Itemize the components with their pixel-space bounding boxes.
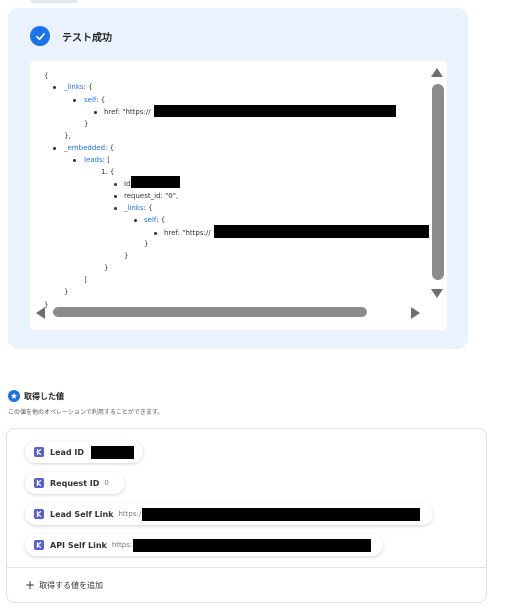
test-result-panel: テスト成功 { _links: { self: { href: "https:/… <box>8 8 468 349</box>
redacted-block <box>142 507 421 521</box>
bullet <box>73 159 76 162</box>
chip-value: https: <box>111 541 133 549</box>
chip-label: Request ID <box>50 478 100 488</box>
json-line: self: { <box>144 216 166 224</box>
redacted-block <box>154 105 396 117</box>
chip-label: Lead ID <box>50 447 85 457</box>
value-chip-request-id[interactable]: Request ID 0 <box>25 472 125 494</box>
json-line: id <box>124 180 131 188</box>
json-line: } <box>64 288 69 296</box>
vertical-scrollbar-thumb[interactable] <box>432 84 444 280</box>
add-value-button[interactable]: + 取得する値を追加 <box>25 579 103 591</box>
bullet <box>53 147 56 150</box>
app-logo-icon <box>34 540 44 550</box>
json-line: } <box>124 252 129 260</box>
json-line: ] <box>84 276 87 284</box>
json-line: } <box>144 240 149 248</box>
json-line: _embedded: { <box>64 144 115 152</box>
redacted-block <box>214 225 429 238</box>
check-circle-icon <box>30 26 50 46</box>
value-chip-api-self-link[interactable]: API Self Link https: <box>25 534 383 556</box>
plus-icon: + <box>25 578 36 592</box>
json-line: self: { <box>84 96 106 104</box>
bullet <box>154 232 157 235</box>
json-line: href: "https:// <box>104 108 151 116</box>
value-chip-lead-self-link[interactable]: Lead Self Link https:/ <box>25 503 433 525</box>
json-line: request_id: "0", <box>124 192 179 200</box>
redacted-block <box>91 445 135 459</box>
values-section-header: 取得した値 <box>8 390 64 402</box>
chip-value: https:/ <box>118 510 142 518</box>
divider <box>7 567 486 568</box>
result-title: テスト成功 <box>62 32 112 44</box>
values-title: 取得した値 <box>24 391 64 401</box>
scroll-up-arrow-icon[interactable] <box>431 68 443 77</box>
bullet <box>114 183 117 186</box>
app-logo-icon <box>34 478 44 488</box>
bullet <box>114 207 117 210</box>
json-line: 1. { <box>101 168 115 176</box>
top-stub <box>30 0 78 3</box>
bullet <box>134 219 137 222</box>
app-logo-icon <box>34 447 44 457</box>
json-line: _links: { <box>64 83 93 91</box>
values-subtitle: この値を他のオペレーションで利用することができます。 <box>8 409 164 416</box>
json-line: { <box>44 72 49 80</box>
bullet <box>53 86 56 89</box>
json-response-viewer[interactable]: { _links: { self: { href: "https:// } },… <box>30 61 447 330</box>
scroll-down-arrow-icon[interactable] <box>431 289 443 298</box>
bullet <box>94 111 97 114</box>
redacted-block <box>131 176 180 188</box>
json-line: } <box>104 264 109 272</box>
json-line: _links: { <box>124 204 153 212</box>
scroll-left-arrow-icon[interactable] <box>36 307 45 319</box>
json-line: }, <box>64 132 71 140</box>
value-chip-lead-id[interactable]: Lead ID <box>25 441 143 463</box>
bullet <box>114 195 117 198</box>
app-logo-icon <box>34 509 44 519</box>
add-value-label: 取得する値を追加 <box>39 580 104 590</box>
json-line: href: "https:// <box>164 229 211 237</box>
bullet <box>73 99 76 102</box>
badge-star-icon <box>8 390 20 402</box>
chip-label: Lead Self Link <box>50 509 114 519</box>
chip-value: 0 <box>104 479 109 487</box>
horizontal-scrollbar-thumb[interactable] <box>53 307 367 317</box>
result-header: テスト成功 <box>30 26 112 46</box>
json-line: } <box>84 120 89 128</box>
json-line: leads: [ <box>84 156 110 164</box>
redacted-block <box>133 538 372 552</box>
scroll-right-arrow-icon[interactable] <box>411 307 420 319</box>
chip-label: API Self Link <box>50 540 107 550</box>
